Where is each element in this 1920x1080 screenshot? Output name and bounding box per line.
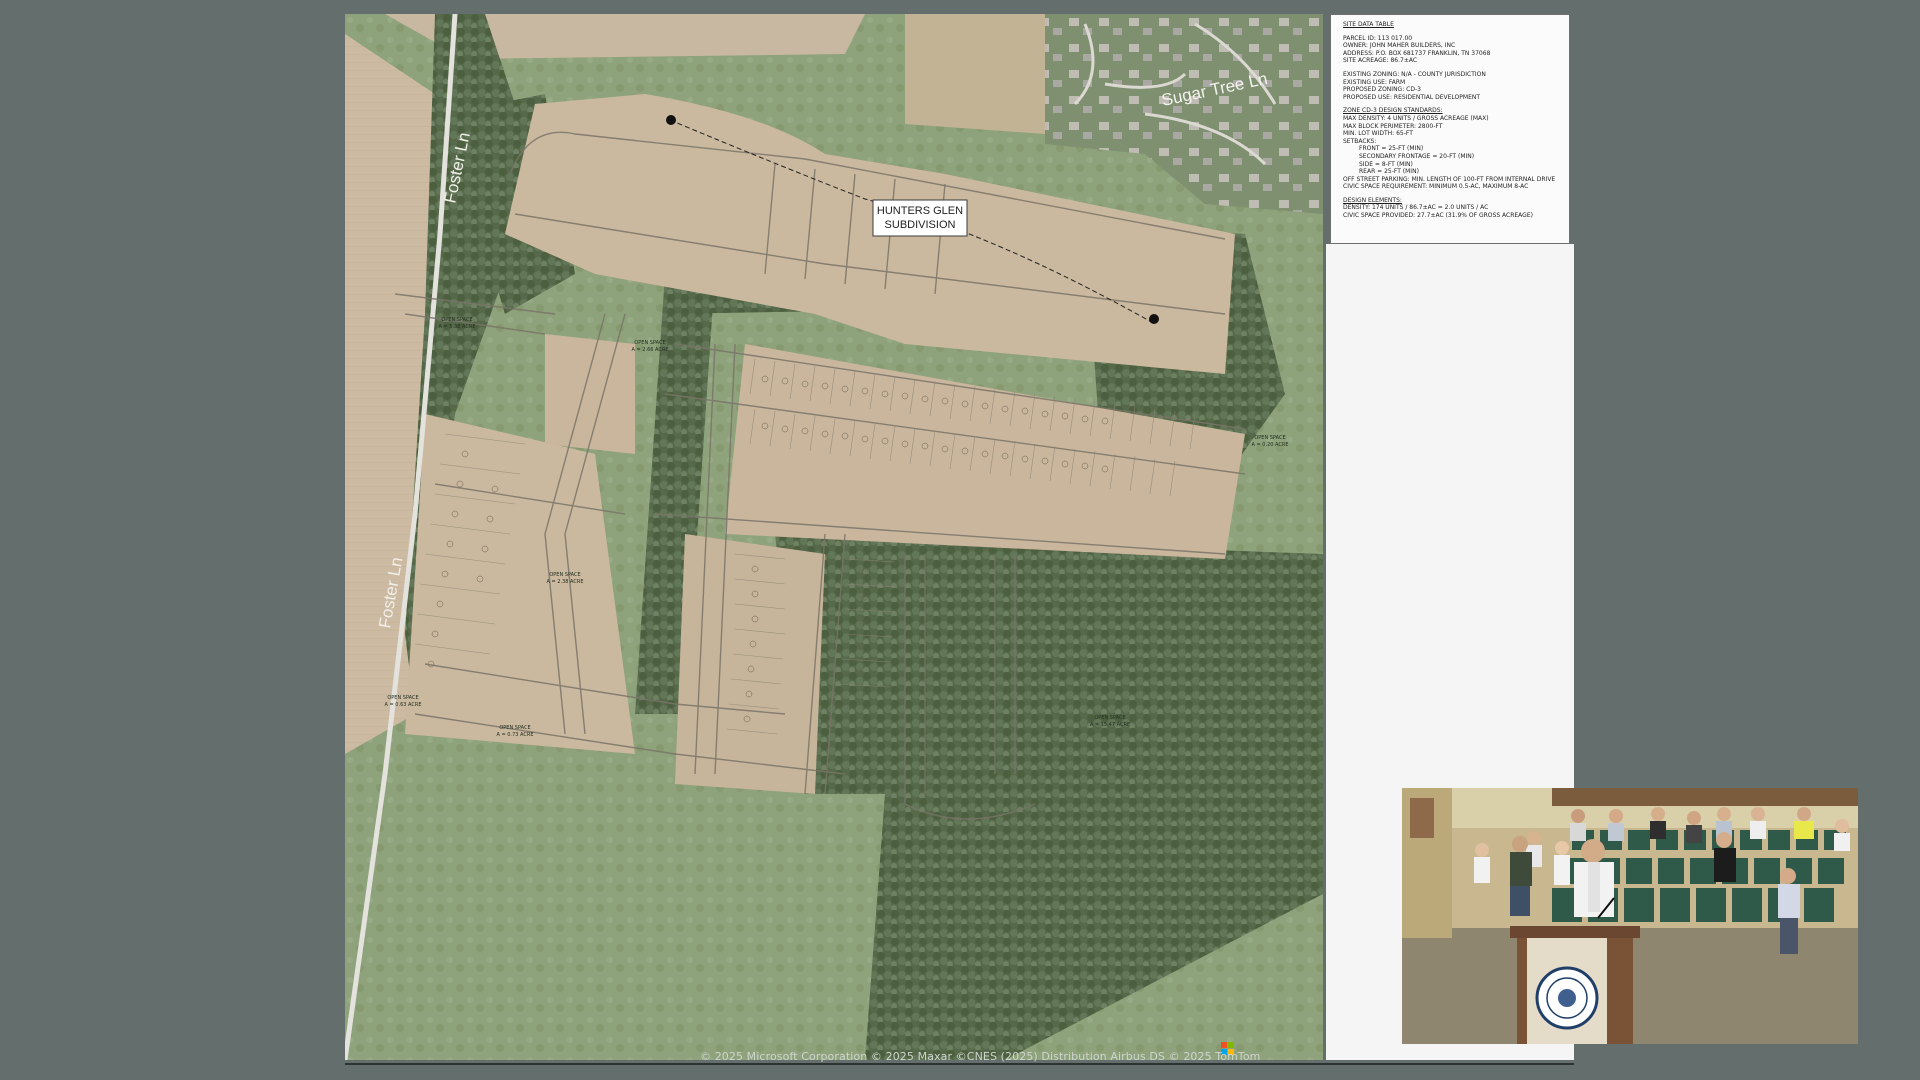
table-line: CIVIC SPACE REQUIREMENT: MINIMUM 0.5-AC,… — [1343, 183, 1529, 191]
table-line: SETBACKS: — [1343, 137, 1377, 145]
table-line: MAX BLOCK PERIMETER: 2800-FT — [1343, 122, 1443, 130]
design-elements-title: DESIGN ELEMENTS: — [1343, 196, 1402, 204]
setback-line: SIDE = 8-FT (MIN) — [1359, 160, 1413, 168]
subdivision-label-line2: SUBDIVISION — [885, 219, 956, 231]
table-line: DENSITY: 174 UNITS / 86.7±AC = 2.0 UNITS… — [1343, 204, 1489, 212]
open-space-label: OPEN SPACE — [441, 317, 472, 323]
path-end-point — [1149, 314, 1159, 324]
site-data-table-title: SITE DATA TABLE — [1343, 21, 1394, 28]
open-space-area: A = 0.20 ACRE — [1252, 442, 1289, 448]
open-space-label: OPEN SPACE — [387, 695, 418, 701]
path-start-point — [666, 115, 676, 125]
table-line: EXISTING ZONING: N/A - COUNTY JURISDICTI… — [1343, 70, 1486, 78]
table-line: OWNER: JOHN MAHER BUILDERS, INC — [1343, 42, 1456, 50]
open-space-area: A = 5.38 ACRE — [439, 324, 476, 330]
table-line: SITE ACREAGE: 86.7±AC — [1343, 57, 1418, 65]
council-chamber-camera-feed — [1402, 788, 1858, 1044]
frame-baseline — [345, 1063, 1574, 1065]
table-line: OFF STREET PARKING: MIN. LENGTH OF 100-F… — [1343, 175, 1556, 183]
site-plan-map: HUNTERS GLEN SUBDIVISION Foster Ln Foste… — [345, 14, 1323, 1060]
open-space-label: OPEN SPACE — [1254, 435, 1285, 441]
subdivision-label-line1: HUNTERS GLEN — [877, 205, 963, 217]
open-space-label: OPEN SPACE — [549, 572, 580, 578]
open-space-label: OPEN SPACE — [634, 340, 665, 346]
chamber-scene — [1402, 788, 1858, 1044]
table-line: EXISTING USE: FARM — [1343, 78, 1406, 86]
table-line: CIVIC SPACE PROVIDED: 27.7±AC (31.9% OF … — [1343, 212, 1533, 220]
standards-title: ZONE CD-3 DESIGN STANDARDS: — [1343, 107, 1443, 115]
open-space-area: A = 15.47 ACRE — [1090, 722, 1130, 728]
open-space-area: A = 2.66 ACRE — [632, 347, 669, 353]
table-line: MAX DENSITY: 4 UNITS / GROSS ACREAGE (MA… — [1343, 114, 1489, 122]
subdivision-label: HUNTERS GLEN SUBDIVISION — [872, 199, 968, 237]
open-space-area: A = 0.63 ACRE — [385, 702, 422, 708]
map-attribution: © 2025 Microsoft Corporation © 2025 Maxa… — [700, 1050, 1261, 1063]
setback-line: REAR = 25-FT (MIN) — [1359, 168, 1419, 176]
open-space-area: A = 0.73 ACRE — [497, 732, 534, 738]
table-line: PARCEL ID: 113 017.00 — [1343, 34, 1413, 42]
site-data-table: SITE DATA TABLE PARCEL ID: 113 017.00 OW… — [1330, 14, 1570, 244]
podium — [1510, 926, 1640, 1044]
open-space-area: A = 2.38 ACRE — [547, 579, 584, 585]
open-space-label: OPEN SPACE — [499, 725, 530, 731]
table-line: PROPOSED USE: RESIDENTIAL DEVELOPMENT — [1343, 93, 1481, 101]
meeting-video-frame: HUNTERS GLEN SUBDIVISION Foster Ln Foste… — [0, 0, 1920, 1080]
aerial-site-plan: HUNTERS GLEN SUBDIVISION Foster Ln Foste… — [345, 14, 1323, 1060]
table-line: ADDRESS: P.O. BOX 681737 FRANKLIN, TN 37… — [1343, 49, 1491, 57]
open-space-label: OPEN SPACE — [1094, 715, 1125, 721]
table-line: MIN. LOT WIDTH: 65-FT — [1343, 130, 1413, 138]
setback-line: FRONT = 25-FT (MIN) — [1359, 145, 1424, 153]
setback-line: SECONDARY FRONTAGE = 20-FT (MIN) — [1359, 152, 1475, 160]
table-line: PROPOSED ZONING: CD-3 — [1343, 86, 1421, 94]
